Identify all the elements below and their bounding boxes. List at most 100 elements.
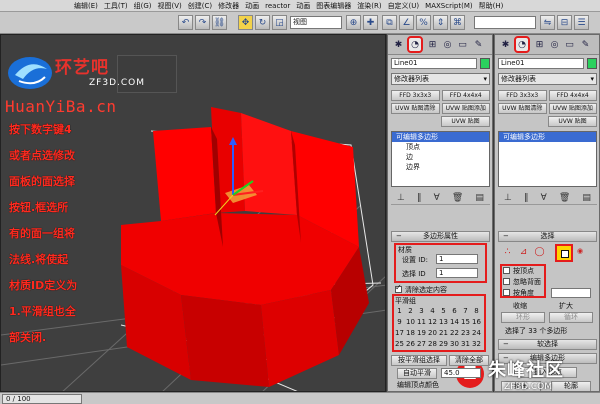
ring-button[interactable]: 环形: [501, 312, 545, 323]
stack-toolbar: ⊥ ‖ ∀ 🗑 ▤: [498, 191, 597, 205]
menu-item[interactable]: 视图(V): [158, 1, 182, 11]
menu-item[interactable]: MAXScript(M): [425, 2, 472, 10]
huanyiba-logo: 环艺吧 ZF3D.COM: [3, 49, 179, 97]
modify-tab-icon[interactable]: ◔: [514, 36, 530, 53]
menu-item[interactable]: 修改器: [218, 1, 239, 11]
by-vertex-label: 按顶点: [513, 267, 534, 275]
zhufeng-title: 朱峰社区: [488, 360, 564, 381]
menu-item[interactable]: 编辑(E): [74, 1, 98, 11]
percent-snap-icon[interactable]: %: [416, 15, 431, 30]
motion-tab-icon[interactable]: ◎: [548, 38, 561, 52]
utilities-tab-icon[interactable]: ✎: [579, 38, 592, 52]
instruction-line: 材质ID定义为: [9, 279, 78, 292]
clear-selection-checkbox[interactable]: [395, 283, 402, 293]
grow-label[interactable]: 扩大: [559, 301, 573, 311]
uvw-add-button[interactable]: UVW 贴图添加: [548, 103, 597, 114]
uvw-map-button[interactable]: UVW 贴图: [548, 116, 597, 127]
border-level-icon[interactable]: ◯: [533, 246, 546, 259]
by-angle-checkbox[interactable]: [503, 289, 510, 296]
menu-item[interactable]: reactor: [265, 2, 290, 10]
undo-icon[interactable]: ↶: [178, 15, 193, 30]
menu-item[interactable]: 创建(C): [188, 1, 212, 11]
select-by-sg-button[interactable]: 按平滑组选择: [391, 355, 447, 366]
select-link-icon[interactable]: ⛓: [212, 15, 227, 30]
named-selection-select[interactable]: [474, 16, 536, 29]
align-icon[interactable]: ⊟: [557, 15, 572, 30]
auto-smooth-spinner[interactable]: 45.0: [441, 368, 481, 378]
menu-item[interactable]: 图表编辑器: [316, 1, 351, 11]
angle-snap-icon[interactable]: ∠: [399, 15, 414, 30]
instruction-line: 1.平滑组也全: [9, 305, 76, 318]
selected-count-text: 选择了 33 个多边形: [505, 327, 568, 335]
snap-icon[interactable]: ⧉: [382, 15, 397, 30]
make-unique-icon[interactable]: ∀: [541, 193, 547, 203]
instruction-line: 法线.将使起: [9, 253, 69, 266]
reference-coord-select[interactable]: 视图: [290, 16, 342, 29]
auto-smooth-button[interactable]: 自动平滑: [397, 368, 437, 379]
mirror-icon[interactable]: ⇋: [540, 15, 555, 30]
ignore-backfacing-checkbox[interactable]: [503, 278, 510, 285]
edge-level-icon[interactable]: ⊿: [517, 246, 530, 259]
modifier-buttons-row1: FFD 3x3x3 FFD 4x4x4: [498, 90, 597, 101]
pivot-icon[interactable]: ⊕: [346, 15, 361, 30]
spinner-snap-icon[interactable]: ⇕: [433, 15, 448, 30]
object-name-field[interactable]: Line01: [498, 58, 584, 69]
pin-stack-icon[interactable]: ⊥: [504, 193, 512, 203]
create-tab-icon[interactable]: ✱: [499, 38, 512, 52]
layer-icon[interactable]: ☰: [574, 15, 589, 30]
ffd444-button[interactable]: FFD 4x4x4: [548, 90, 597, 101]
soft-selection-rollout[interactable]: 软选择: [498, 339, 597, 350]
element-level-icon[interactable]: ◉: [577, 247, 583, 255]
instruction-line: 按下数字键4: [9, 123, 72, 136]
instruction-line: 按钮.框选所: [9, 201, 69, 214]
stack-item-editable-poly[interactable]: 可编辑多边形: [499, 132, 596, 142]
object-color-swatch[interactable]: [587, 58, 597, 69]
ffd333-button[interactable]: FFD 3x3x3: [498, 90, 547, 101]
perspective-viewport[interactable]: 环艺吧 ZF3D.COM HuanYiBa.cn 按下数字键4 或者点选修改 面板的…: [0, 34, 386, 392]
logo-swirl-icon: [8, 57, 52, 89]
menu-item[interactable]: 组(G): [134, 1, 152, 11]
modifier-list-dropdown[interactable]: 修改器列表: [498, 73, 597, 85]
time-slider[interactable]: 0 / 100: [2, 394, 82, 404]
logo-title: 环艺吧: [55, 58, 109, 78]
vertex-level-icon[interactable]: ∴: [501, 246, 514, 259]
rotate-icon[interactable]: ↻: [255, 15, 270, 30]
room-model[interactable]: [121, 107, 369, 387]
display-tab-icon[interactable]: ▭: [563, 38, 576, 52]
hierarchy-tab-icon[interactable]: ⊞: [533, 38, 546, 52]
redo-icon[interactable]: ↷: [195, 15, 210, 30]
menu-item[interactable]: 工具(T): [104, 1, 128, 11]
scale-icon[interactable]: ◲: [272, 15, 287, 30]
configure-sets-icon[interactable]: ▤: [582, 193, 591, 203]
zhufeng-subtitle: ZF3D.COM: [504, 382, 552, 392]
shrink-label[interactable]: 收缩: [513, 301, 527, 311]
menu-item[interactable]: 动画: [296, 1, 310, 11]
site-url: HuanYiBa.cn: [5, 97, 117, 116]
menu-item[interactable]: 动画: [245, 1, 259, 11]
instruction-line: 或者点选修改: [9, 149, 75, 162]
angle-spinner[interactable]: [551, 288, 591, 298]
menu-item[interactable]: 渲染(R): [357, 1, 381, 11]
polygon-level-icon[interactable]: [555, 244, 573, 262]
by-vertex-checkbox[interactable]: [503, 267, 510, 274]
ignore-backfacing-label: 忽略背面: [513, 278, 541, 286]
instruction-line: 面板的面选择: [9, 175, 75, 188]
named-selection-icon[interactable]: ⌘: [450, 15, 465, 30]
menu-item[interactable]: 帮助(H): [479, 1, 504, 11]
menu-item[interactable]: 自定义(U): [388, 1, 420, 11]
loop-button[interactable]: 循环: [549, 312, 593, 323]
menu-bar: 编辑(E) 工具(T) 组(G) 视图(V) 创建(C) 修改器 动画 reactor 动画 图表…: [0, 0, 600, 12]
clear-all-button[interactable]: 清除全部: [449, 355, 489, 366]
tutorial-instructions: 按下数字键4 或者点选修改 面板的面选择 按钮.框选所 有的面一组将 法线.将使起 材质ID…: [9, 117, 113, 351]
select-manipulate-icon[interactable]: ✚: [363, 15, 378, 30]
move-icon[interactable]: ✥: [238, 15, 253, 30]
selection-rollout[interactable]: 选择: [498, 231, 597, 242]
max-window: 编辑(E) 工具(T) 组(G) 视图(V) 创建(C) 修改器 动画 reactor 动画 图表…: [0, 0, 600, 404]
uvw-clear-button[interactable]: UVW 贴图清除: [498, 103, 547, 114]
by-angle-label: 按角度: [513, 289, 534, 297]
modifier-stack[interactable]: 可编辑多边形: [498, 131, 597, 187]
show-end-result-icon[interactable]: ‖: [524, 193, 529, 203]
remove-modifier-icon[interactable]: 🗑: [559, 193, 570, 203]
modifier-buttons-row2: UVW 贴图清除 UVW 贴图添加: [498, 103, 597, 114]
instruction-line: 有的面一组将: [9, 227, 75, 240]
